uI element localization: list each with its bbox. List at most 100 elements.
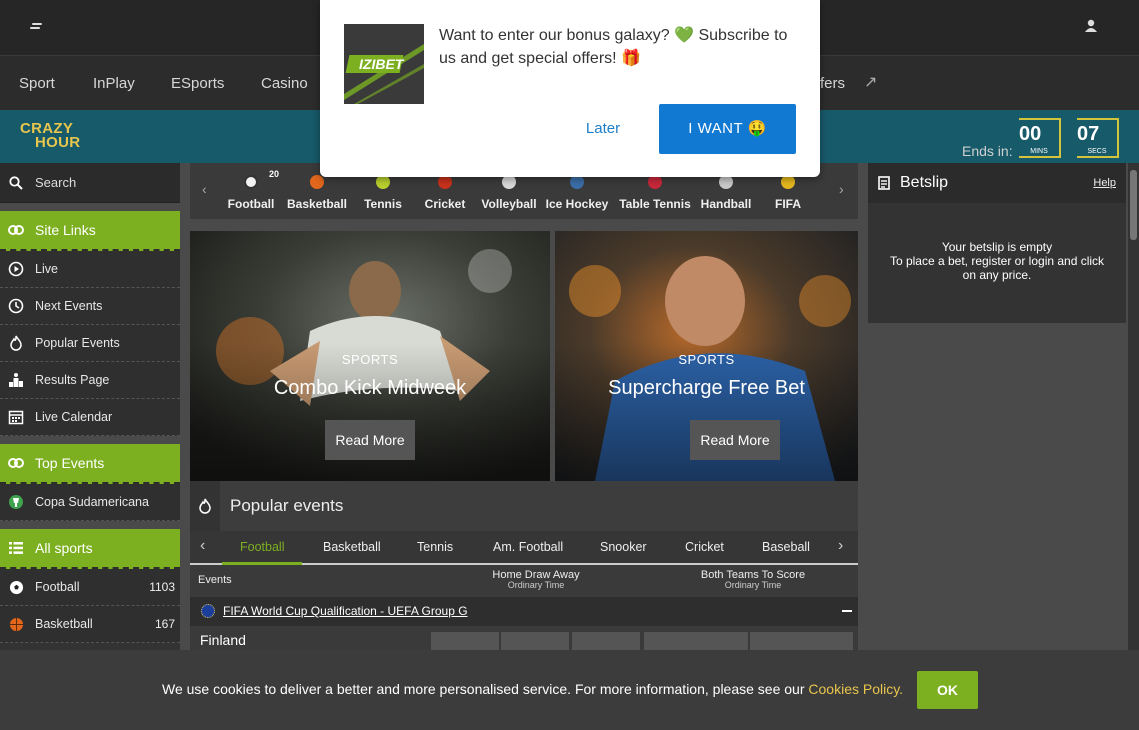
nav-offers[interactable]: fers: [820, 75, 845, 92]
all-sports-header[interactable]: All sports: [0, 529, 180, 569]
tab-snooker[interactable]: Snooker: [600, 540, 647, 554]
market-2-sub: Ordinary Time: [724, 580, 782, 590]
cookies-policy-link[interactable]: Cookies Policy.: [808, 681, 903, 697]
sport-tab-label: FIFA: [775, 197, 801, 211]
nav-casino[interactable]: Casino: [261, 75, 308, 92]
search-icon: [8, 175, 24, 191]
help-link[interactable]: Help: [1093, 177, 1116, 189]
tennis-icon: [376, 175, 390, 189]
promo-tag: SPORTS: [341, 352, 399, 367]
sport-tab-label: Basketball: [286, 197, 348, 211]
sidebar-item-label: Copa Sudamericana: [35, 495, 149, 509]
site-links-header[interactable]: Site Links: [0, 211, 180, 251]
play-circle-icon: [8, 261, 24, 277]
sidebar-item-live-calendar[interactable]: Live Calendar: [0, 399, 180, 436]
sidebar-item-football[interactable]: Football 1103: [0, 569, 180, 606]
volleyball-icon: [502, 175, 516, 189]
cricket-icon: [438, 175, 452, 189]
tab-am-football[interactable]: Am. Football: [493, 540, 563, 554]
cookie-bar: We use cookies to deliver a better and m…: [0, 650, 1139, 730]
link-icon: [8, 455, 24, 471]
competition-row[interactable]: FIFA World Cup Qualification - UEFA Grou…: [190, 597, 858, 626]
competition-link[interactable]: FIFA World Cup Qualification - UEFA Grou…: [223, 604, 468, 618]
sidebar-item-label: Live: [35, 262, 58, 276]
fifa-icon: [781, 175, 795, 189]
sport-tab-label: Football: [227, 197, 275, 211]
menu-icon[interactable]: [28, 18, 46, 36]
logo-line2: HOUR: [35, 134, 81, 151]
basketball-icon: [8, 616, 24, 632]
sidebar-item-label: Basketball: [35, 617, 93, 631]
nav-inplay[interactable]: InPlay: [93, 75, 135, 92]
betslip-icon: [876, 175, 892, 191]
basketball-icon: [310, 175, 324, 189]
sidebar-item-copa-sudamericana[interactable]: Copa Sudamericana: [0, 484, 180, 521]
promo-card-combo-kick[interactable]: SPORTS Combo Kick Midweek Read More: [190, 231, 550, 481]
external-link-icon[interactable]: ↗: [864, 72, 877, 92]
sport-tab-football[interactable]: 20 Football: [226, 163, 279, 219]
link-icon: [8, 222, 24, 238]
clock-icon: [8, 298, 24, 314]
popular-events-title: Popular events: [230, 496, 344, 515]
tab-baseball[interactable]: Baseball: [762, 540, 810, 554]
sidebar-item-basketball[interactable]: Basketball 167: [0, 606, 180, 643]
nav-sport[interactable]: Sport: [19, 75, 55, 92]
sport-tab-label: Tennis: [364, 197, 402, 211]
top-events-label: Top Events: [35, 455, 105, 471]
sidebar-item-results[interactable]: Results Page: [0, 362, 180, 399]
chevron-right-icon[interactable]: ›: [838, 537, 843, 555]
ice-hockey-icon: [570, 175, 584, 189]
sidebar-search[interactable]: Search: [0, 163, 180, 203]
popup-message: Want to enter our bonus galaxy? 💚 Subscr…: [439, 27, 788, 67]
secs-value: 07: [1077, 123, 1100, 145]
scrollbar-thumb[interactable]: [1130, 170, 1137, 240]
nav-esports[interactable]: ESports: [171, 75, 224, 92]
podium-icon: [8, 372, 24, 388]
chevron-left-icon[interactable]: ‹: [200, 537, 205, 555]
mins-value: 00: [1019, 123, 1042, 145]
sidebar: Search Site Links Live Next Events Popul…: [0, 163, 180, 650]
all-sports-label: All sports: [35, 540, 93, 556]
sidebar-item-next-events[interactable]: Next Events: [0, 288, 180, 325]
chevron-right-icon[interactable]: ›: [839, 181, 844, 197]
i-want-button[interactable]: I WANT 🤑: [659, 104, 796, 154]
read-more-button[interactable]: Read More: [325, 420, 415, 460]
trophy-icon: [8, 494, 24, 510]
sidebar-item-popular-events[interactable]: Popular Events: [0, 325, 180, 362]
sidebar-item-label: Next Events: [35, 299, 103, 313]
tab-football[interactable]: Football: [240, 540, 284, 554]
cookie-ok-button[interactable]: OK: [917, 671, 978, 709]
chevron-left-icon[interactable]: ‹: [202, 181, 207, 197]
izibet-logo: IZIBET: [344, 24, 424, 104]
promo-card-supercharge[interactable]: SPORTS Supercharge Free Bet Read More: [555, 231, 858, 481]
empty-line1: Your betslip is empty: [941, 240, 1053, 254]
sport-tab-label: Ice Hockey: [545, 197, 609, 211]
market-1-header: Home Draw Away Ordinary Time: [486, 569, 586, 591]
fire-icon: [8, 335, 24, 351]
events-column-label: Events: [198, 574, 232, 586]
tab-tennis[interactable]: Tennis: [417, 540, 453, 554]
market-1-title: Home Draw Away: [492, 569, 580, 581]
tab-cricket[interactable]: Cricket: [685, 540, 724, 554]
market-1-sub: Ordinary Time: [507, 580, 565, 590]
empty-line2: To place a bet, register or login and cl…: [889, 254, 1105, 282]
tab-basketball[interactable]: Basketball: [323, 540, 381, 554]
search-label: Search: [35, 175, 77, 190]
promo-tag: SPORTS: [678, 352, 735, 367]
betslip-panel: Betslip Help Your betslip is empty To pl…: [868, 163, 1126, 323]
read-more-button[interactable]: Read More: [690, 420, 780, 460]
ends-in-label: Ends in:: [962, 143, 1013, 159]
collapse-icon[interactable]: [842, 610, 852, 612]
user-icon[interactable]: [1083, 18, 1099, 34]
top-events-header[interactable]: Top Events: [0, 444, 180, 484]
later-button[interactable]: Later: [570, 104, 636, 154]
sidebar-item-live[interactable]: Live: [0, 251, 180, 288]
popular-sport-tabs: ‹ Football Basketball Tennis Am. Footbal…: [190, 531, 858, 565]
crazy-hour-logo: CRAZY HOUR: [20, 121, 81, 151]
betslip-title: Betslip: [900, 174, 949, 191]
scrollbar[interactable]: [1128, 163, 1139, 650]
betslip-header: Betslip Help: [868, 163, 1126, 203]
calendar-icon: [8, 409, 24, 425]
list-icon: [8, 540, 24, 556]
events-table-header: Events Home Draw Away Ordinary Time Both…: [190, 565, 858, 597]
